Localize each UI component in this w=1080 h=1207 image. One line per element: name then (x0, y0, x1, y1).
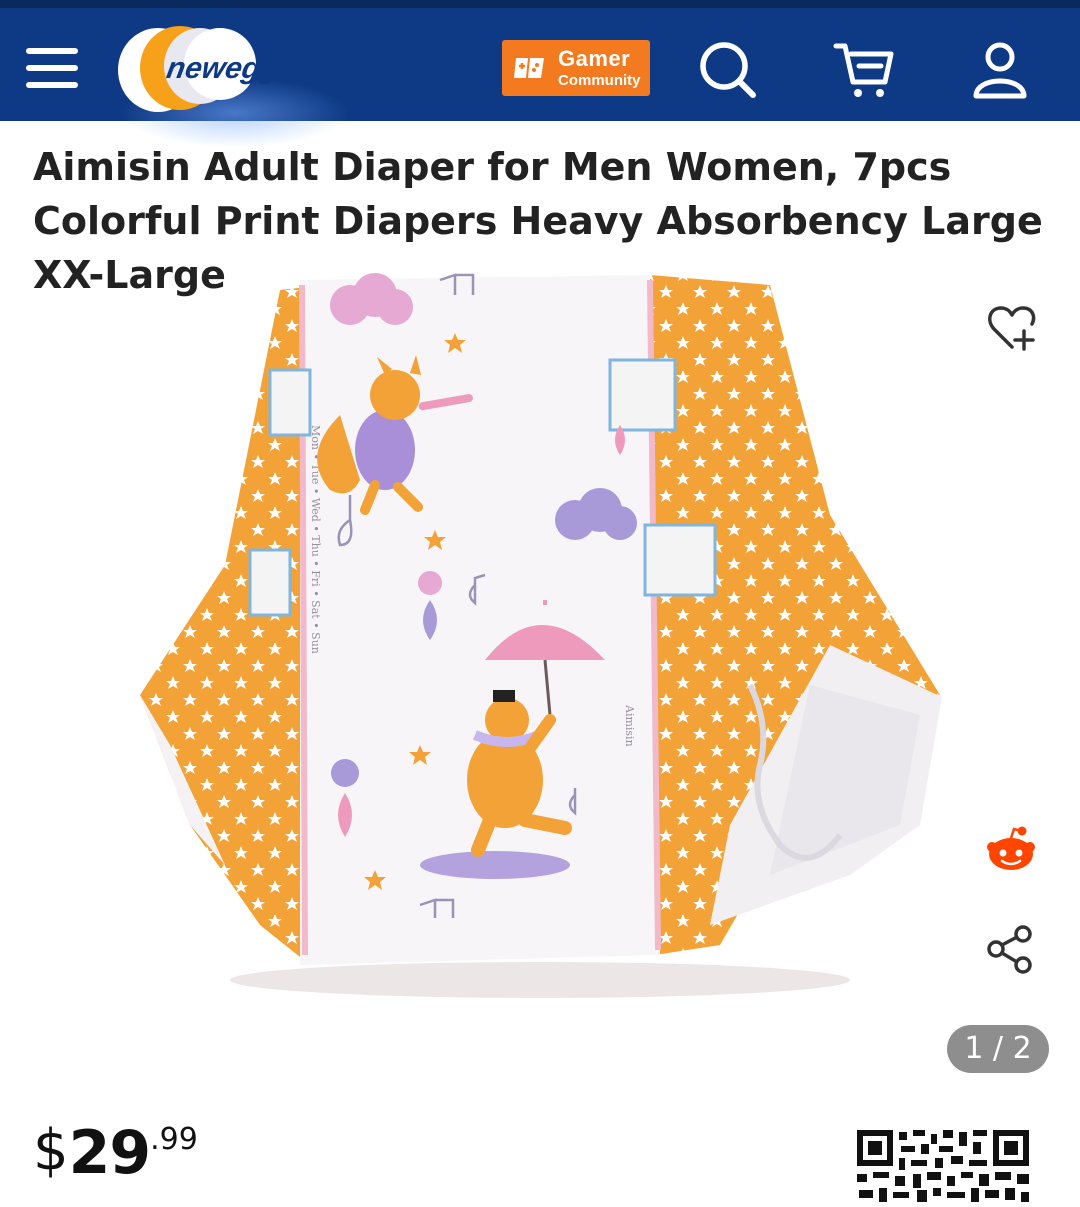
gamer-community-button[interactable]: Gamer Community (502, 40, 650, 96)
qr-code[interactable] (855, 1128, 1031, 1207)
search-icon[interactable] (696, 38, 760, 102)
reddit-icon[interactable] (986, 826, 1036, 872)
site-header: newegg Gamer Community (0, 8, 1080, 148)
logo-text: newegg (164, 52, 281, 85)
price: $29.99 (33, 1118, 198, 1188)
account-icon[interactable] (968, 38, 1032, 102)
price-cents: .99 (150, 1122, 198, 1157)
gamer-title: Gamer (558, 46, 631, 71)
menu-icon[interactable] (26, 44, 80, 92)
gamer-subtitle: Community (558, 72, 641, 89)
brand-strip: Aimisin (623, 704, 636, 747)
gamepad-icon (514, 58, 544, 78)
image-counter: 1 / 2 (947, 1025, 1049, 1073)
cart-icon[interactable] (832, 38, 896, 102)
price-whole: 29 (68, 1118, 151, 1188)
wishlist-icon[interactable] (986, 303, 1038, 353)
price-currency: $ (33, 1118, 69, 1183)
status-strip (0, 0, 1080, 8)
newegg-logo[interactable]: newegg (108, 18, 308, 118)
product-image[interactable]: Mon • Tue • Wed • Thu • Fri • Sat • Sun … (130, 265, 950, 1015)
share-icon[interactable] (986, 924, 1034, 974)
